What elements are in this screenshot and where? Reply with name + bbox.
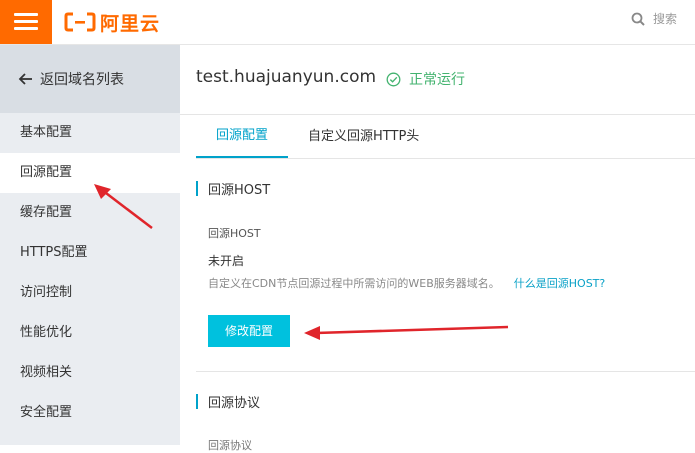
section-title-text: 回源HOST bbox=[208, 182, 271, 198]
back-label: 返回域名列表 bbox=[40, 72, 124, 88]
sidebar-item-access-control[interactable]: 访问控制 bbox=[0, 273, 180, 313]
section-accent-bar bbox=[196, 393, 198, 409]
status-text: 正常运行 bbox=[409, 72, 465, 88]
sidebar-item-performance[interactable]: 性能优化 bbox=[0, 313, 180, 353]
sidebar-item-security[interactable]: 安全配置 bbox=[0, 393, 180, 433]
menu-icon[interactable] bbox=[0, 0, 52, 44]
edit-config-button[interactable]: 修改配置 bbox=[208, 315, 290, 347]
tab-custom-origin-http-header[interactable]: 自定义回源HTTP头 bbox=[288, 115, 439, 158]
aliyun-logo-icon bbox=[64, 12, 96, 32]
section-title-text: 回源协议 bbox=[208, 395, 261, 411]
search-box[interactable]: 搜索 bbox=[631, 10, 677, 27]
origin-host-value: 未开启 bbox=[208, 254, 245, 268]
arrow-left-icon bbox=[18, 73, 32, 85]
sidebar-nav: 基本配置 回源配置 缓存配置 HTTPS配置 访问控制 性能优化 视频相关 安全… bbox=[0, 113, 180, 433]
origin-host-help: 自定义在CDN节点回源过程中所需访问的WEB服务器域名。 什么是回源HOST? bbox=[208, 275, 605, 291]
divider bbox=[196, 371, 695, 372]
section-accent-bar bbox=[196, 180, 198, 196]
section-title-origin-host: 回源HOST bbox=[196, 180, 271, 198]
origin-host-label: 回源HOST bbox=[208, 227, 261, 240]
check-circle-icon bbox=[386, 72, 401, 86]
divider bbox=[196, 158, 695, 159]
sidebar: 返回域名列表 基本配置 回源配置 缓存配置 HTTPS配置 访问控制 性能优化 … bbox=[0, 45, 180, 445]
search-placeholder[interactable]: 搜索 bbox=[653, 10, 677, 27]
sidebar-item-video[interactable]: 视频相关 bbox=[0, 353, 180, 393]
status-badge: 正常运行 bbox=[386, 69, 465, 89]
what-is-origin-host-link[interactable]: 什么是回源HOST? bbox=[514, 277, 605, 290]
back-to-domain-list[interactable]: 返回域名列表 bbox=[0, 45, 180, 113]
page-title: test.huajuanyun.com bbox=[196, 67, 377, 87]
top-bar: 阿里云 搜索 bbox=[0, 0, 695, 45]
sidebar-item-cache-config[interactable]: 缓存配置 bbox=[0, 193, 180, 233]
tab-bar: 回源配置 自定义回源HTTP头 bbox=[196, 115, 439, 158]
search-icon bbox=[631, 12, 645, 26]
origin-protocol-label: 回源协议 bbox=[208, 439, 252, 452]
main-content: test.huajuanyun.com 正常运行 回源配置 自定义回源HTTP头… bbox=[180, 45, 695, 452]
help-text: 自定义在CDN节点回源过程中所需访问的WEB服务器域名。 bbox=[208, 277, 500, 290]
logo-text: 阿里云 bbox=[100, 12, 161, 35]
sidebar-item-basic-config[interactable]: 基本配置 bbox=[0, 113, 180, 153]
sidebar-item-origin-config[interactable]: 回源配置 bbox=[0, 153, 180, 193]
sidebar-item-https-config[interactable]: HTTPS配置 bbox=[0, 233, 180, 273]
aliyun-logo[interactable]: 阿里云 bbox=[64, 9, 160, 35]
section-title-origin-protocol: 回源协议 bbox=[196, 393, 261, 411]
tab-origin-config[interactable]: 回源配置 bbox=[196, 115, 289, 158]
